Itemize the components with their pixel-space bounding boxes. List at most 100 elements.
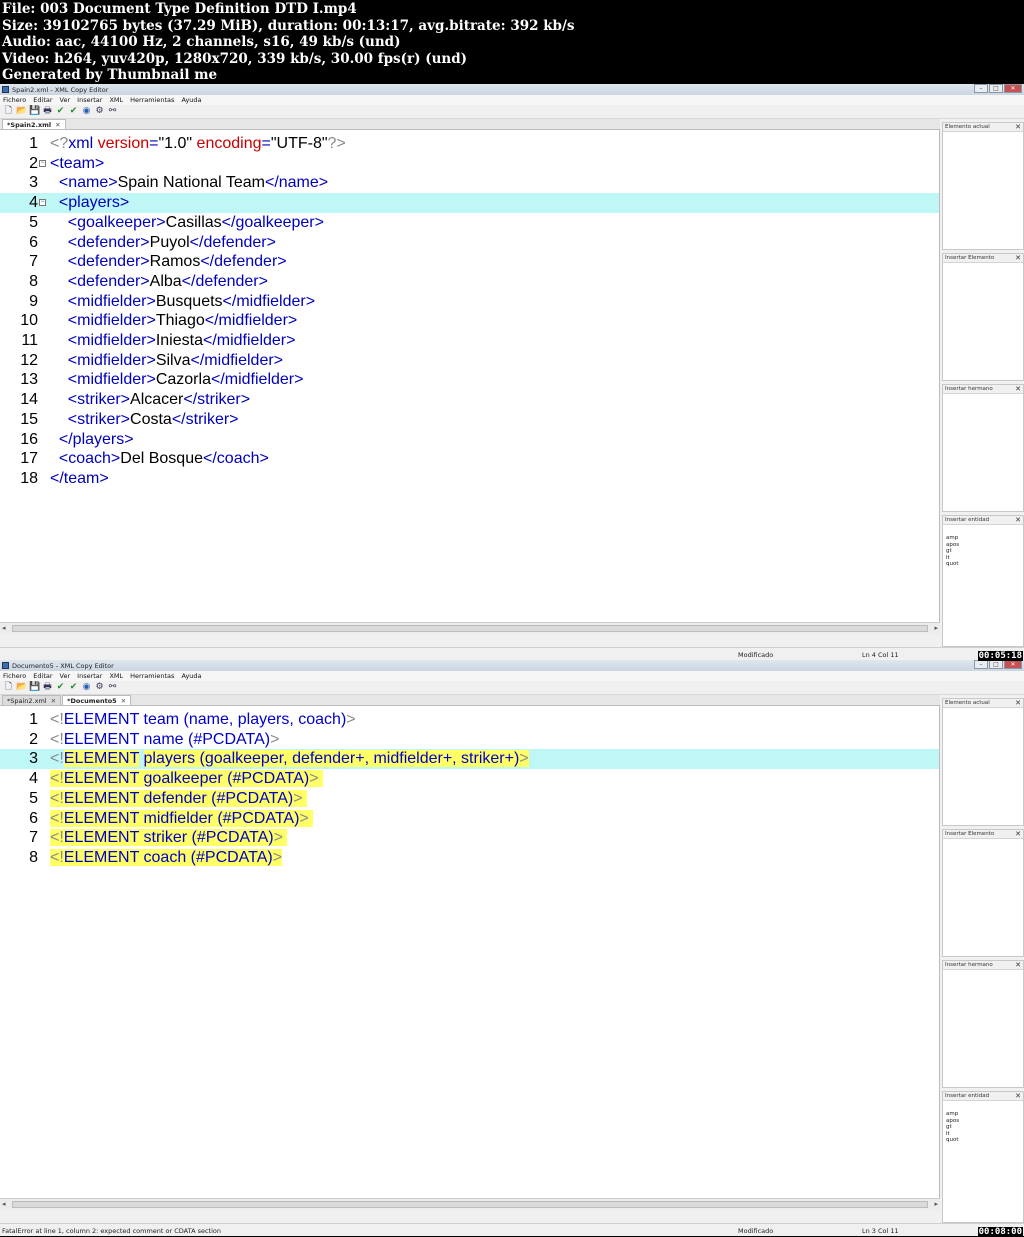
maximize-button[interactable]: □: [989, 84, 1003, 93]
tab-close-icon[interactable]: ✕: [51, 696, 56, 705]
minimize-button[interactable]: –: [974, 84, 988, 93]
validate-icon[interactable]: ✔: [68, 106, 79, 117]
print-icon[interactable]: 🖶: [42, 682, 53, 693]
minimize-button[interactable]: –: [974, 660, 988, 669]
code-line[interactable]: 12 <midfielder>Silva</midfielder>: [0, 351, 939, 371]
menu-item-1[interactable]: Editar: [33, 96, 52, 104]
entity-item[interactable]: gt: [943, 548, 1023, 555]
link-icon[interactable]: ⚯: [107, 106, 118, 117]
browser-icon[interactable]: ◉: [81, 682, 92, 693]
code-line[interactable]: 15 <striker>Costa</striker>: [0, 410, 939, 430]
menu-item-4[interactable]: XML: [109, 672, 123, 680]
menu-item-3[interactable]: Insertar: [77, 672, 102, 680]
code-line[interactable]: 2 <!ELEMENT name (#PCDATA)>: [0, 730, 939, 750]
tab-close-icon[interactable]: ✕: [121, 696, 126, 705]
code-line[interactable]: 5 <goalkeeper>Casillas</goalkeeper>: [0, 213, 939, 233]
entity-item[interactable]: lt: [943, 1131, 1023, 1138]
document-tab[interactable]: *Spain2.xml ✕: [2, 119, 66, 129]
document-tab[interactable]: *Documento5 ✕: [62, 695, 132, 705]
entity-item[interactable]: gt: [943, 1124, 1023, 1131]
code-line[interactable]: 3 <!ELEMENT players (goalkeeper, defender…: [0, 749, 939, 770]
tab-close-icon[interactable]: ✕: [55, 120, 60, 129]
scrollbar-thumb[interactable]: [12, 625, 928, 632]
code-line[interactable]: 14 <striker>Alcacer</striker>: [0, 390, 939, 410]
pane-close-icon[interactable]: ✕: [1015, 961, 1021, 970]
fold-toggle-icon[interactable]: −: [39, 199, 46, 207]
save-icon[interactable]: 💾: [29, 682, 40, 693]
scroll-right-icon[interactable]: ▸: [934, 1200, 938, 1208]
horizontal-scrollbar[interactable]: ◂ ▸: [0, 622, 940, 634]
code-line[interactable]: 1 <!ELEMENT team (name, players, coach)>: [0, 710, 939, 730]
pane-close-icon[interactable]: ✕: [1015, 254, 1021, 263]
menu-item-2[interactable]: Ver: [60, 96, 71, 104]
code-line[interactable]: 16 </players>: [0, 430, 939, 450]
code-line[interactable]: 17 <coach>Del Bosque</coach>: [0, 449, 939, 469]
code-line[interactable]: 4− <players>: [0, 193, 939, 213]
menu-item-3[interactable]: Insertar: [77, 96, 102, 104]
close-button[interactable]: ✕: [1004, 660, 1022, 669]
open-folder-icon[interactable]: 📂: [16, 682, 27, 693]
transform-icon[interactable]: ⚙: [94, 106, 105, 117]
code-line[interactable]: 7 <!ELEMENT striker (#PCDATA)>: [0, 828, 939, 848]
menu-item-5[interactable]: Herramientas: [130, 96, 174, 104]
check-wellformed-icon[interactable]: ✔: [55, 682, 66, 693]
menu-item-0[interactable]: Fichero: [3, 672, 26, 680]
document-tab[interactable]: *Spain2.xml ✕: [2, 695, 62, 705]
code-line[interactable]: 3 <name>Spain National Team</name>: [0, 173, 939, 193]
code-line[interactable]: 4 <!ELEMENT goalkeeper (#PCDATA)>: [0, 769, 939, 789]
menu-item-0[interactable]: Fichero: [3, 96, 26, 104]
scroll-left-icon[interactable]: ◂: [2, 1200, 6, 1208]
code-line[interactable]: 7 <defender>Ramos</defender>: [0, 252, 939, 272]
code-line[interactable]: 11 <midfielder>Iniesta</midfielder>: [0, 331, 939, 351]
link-icon[interactable]: ⚯: [107, 682, 118, 693]
code-line[interactable]: 8 <defender>Alba</defender>: [0, 272, 939, 292]
code-line[interactable]: 13 <midfielder>Cazorla</midfielder>: [0, 370, 939, 390]
code-line[interactable]: 18 </team>: [0, 469, 939, 489]
entity-item[interactable]: quot: [943, 561, 1023, 568]
menu-item-1[interactable]: Editar: [33, 672, 52, 680]
entity-item[interactable]: amp: [943, 1111, 1023, 1118]
validate-icon[interactable]: ✔: [68, 682, 79, 693]
entity-item[interactable]: amp: [943, 535, 1023, 542]
code-editor[interactable]: 1 <?xml version="1.0" encoding="UTF-8"?> 2…: [0, 130, 940, 622]
transform-icon[interactable]: ⚙: [94, 682, 105, 693]
new-file-icon[interactable]: 🗋: [3, 106, 14, 117]
close-button[interactable]: ✕: [1004, 84, 1022, 93]
fold-toggle-icon[interactable]: −: [39, 159, 46, 167]
code-line[interactable]: 2− <team>: [0, 154, 939, 174]
horizontal-scrollbar[interactable]: ◂ ▸: [0, 1198, 940, 1210]
pane-close-icon[interactable]: ✕: [1015, 516, 1021, 525]
menu-item-6[interactable]: Ayuda: [181, 96, 201, 104]
pane-close-icon[interactable]: ✕: [1015, 699, 1021, 708]
open-folder-icon[interactable]: 📂: [16, 106, 27, 117]
menu-item-4[interactable]: XML: [109, 96, 123, 104]
pane-close-icon[interactable]: ✕: [1015, 830, 1021, 839]
code-line[interactable]: 6 <defender>Puyol</defender>: [0, 233, 939, 253]
code-editor[interactable]: 1 <!ELEMENT team (name, players, coach)> 2…: [0, 706, 940, 1198]
save-icon[interactable]: 💾: [29, 106, 40, 117]
menu-item-6[interactable]: Ayuda: [181, 672, 201, 680]
menu-item-5[interactable]: Herramientas: [130, 672, 174, 680]
menu-item-2[interactable]: Ver: [60, 672, 71, 680]
new-file-icon[interactable]: 🗋: [3, 682, 14, 693]
browser-icon[interactable]: ◉: [81, 106, 92, 117]
code-line[interactable]: 8 <!ELEMENT coach (#PCDATA)>: [0, 848, 939, 868]
code-line[interactable]: 5 <!ELEMENT defender (#PCDATA)>: [0, 789, 939, 809]
entity-item[interactable]: apos: [943, 1118, 1023, 1125]
code-line[interactable]: 1 <?xml version="1.0" encoding="UTF-8"?>: [0, 134, 939, 154]
pane-close-icon[interactable]: ✕: [1015, 123, 1021, 132]
pane-close-icon[interactable]: ✕: [1015, 385, 1021, 394]
check-wellformed-icon[interactable]: ✔: [55, 106, 66, 117]
code-line[interactable]: 10 <midfielder>Thiago</midfielder>: [0, 311, 939, 331]
scroll-left-icon[interactable]: ◂: [2, 624, 6, 632]
entity-item[interactable]: lt: [943, 555, 1023, 562]
maximize-button[interactable]: □: [989, 660, 1003, 669]
entity-item[interactable]: quot: [943, 1137, 1023, 1144]
code-line[interactable]: 6 <!ELEMENT midfielder (#PCDATA)>: [0, 809, 939, 829]
entity-item[interactable]: apos: [943, 542, 1023, 549]
code-line[interactable]: 9 <midfielder>Busquets</midfielder>: [0, 292, 939, 312]
scrollbar-thumb[interactable]: [12, 1201, 928, 1208]
print-icon[interactable]: 🖶: [42, 106, 53, 117]
pane-close-icon[interactable]: ✕: [1015, 1092, 1021, 1101]
scroll-right-icon[interactable]: ▸: [934, 624, 938, 632]
